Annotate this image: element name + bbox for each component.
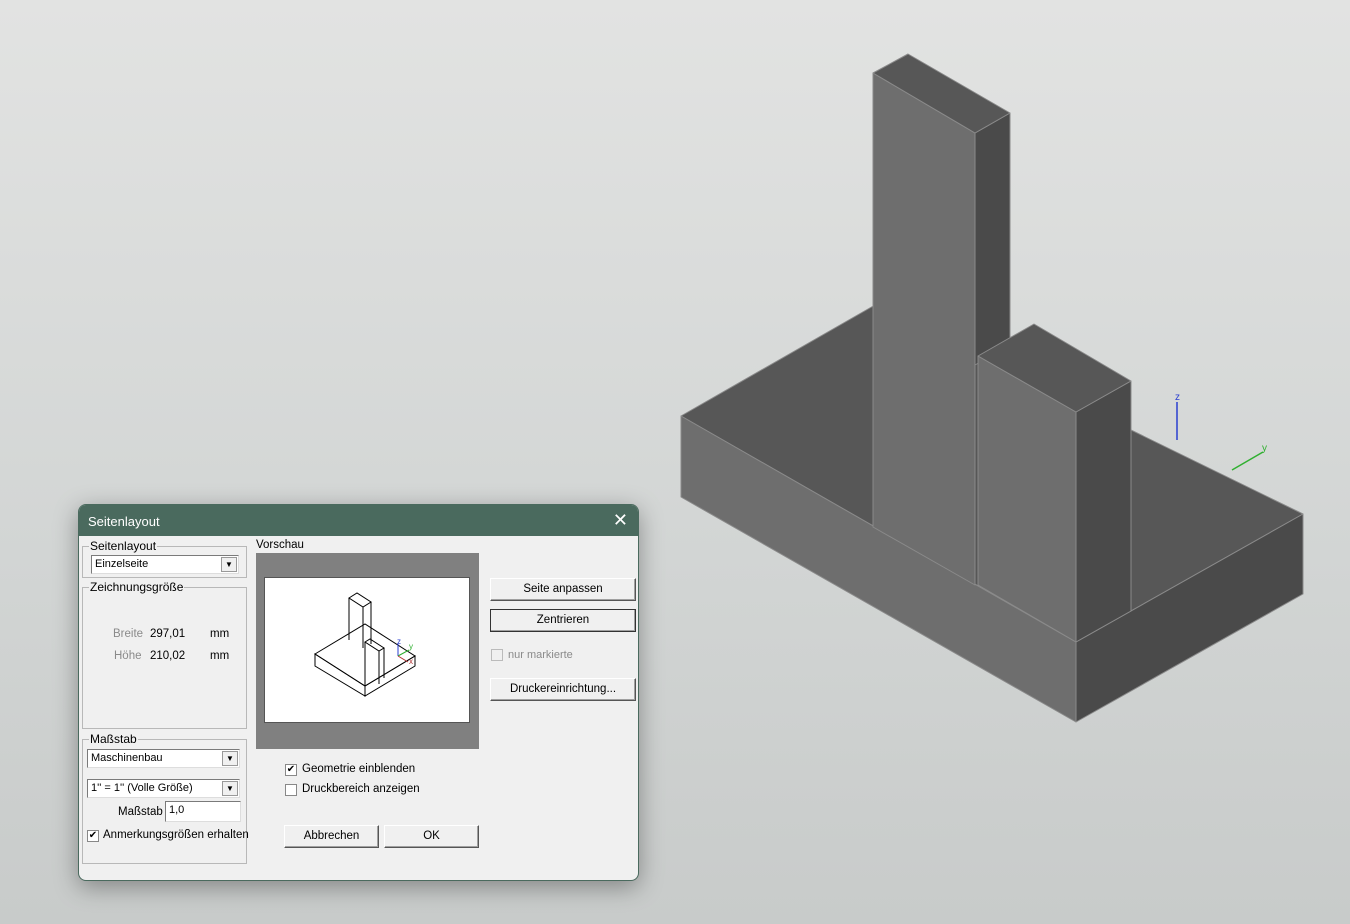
only-selected-checkbox[interactable]	[491, 649, 503, 661]
preview-label: Vorschau	[256, 539, 304, 551]
scale-standard-value: Maschinenbau	[91, 752, 163, 764]
scale-input-value: 1,0	[169, 804, 185, 816]
height-unit: mm	[210, 650, 230, 662]
width-value: 297,01	[150, 628, 186, 640]
show-print-area-checkbox[interactable]	[285, 784, 297, 796]
dialog-titlebar[interactable]: Seitenlayout ✕	[79, 505, 638, 536]
scale-ratio-select[interactable]: 1'' = 1'' (Volle Größe) ▼	[87, 779, 240, 798]
layout-group-label: Seitenlayout	[89, 539, 158, 553]
scale-input[interactable]: 1,0	[165, 801, 241, 822]
keep-annotation-label: Anmerkungsgrößen erhalten	[103, 829, 249, 841]
chevron-down-icon[interactable]: ▼	[222, 781, 238, 796]
scale-ratio-value: 1'' = 1'' (Volle Größe)	[91, 782, 193, 794]
show-print-area-label: Druckbereich anzeigen	[302, 783, 420, 795]
show-geometry-checkbox[interactable]: ✔	[285, 764, 297, 776]
tall-block-right-face	[974, 112, 1011, 366]
layout-select[interactable]: Einzelseite ▼	[91, 555, 239, 574]
y-axis-label: y	[1262, 443, 1267, 454]
scale-label: Maßstab	[118, 806, 163, 818]
printer-setup-button[interactable]: Druckereinrichtung...	[490, 678, 636, 701]
show-geometry-label: Geometrie einblenden	[302, 763, 416, 775]
preview-x-label: x	[409, 657, 413, 666]
cancel-button[interactable]: Abbrechen	[284, 825, 379, 848]
z-axis-label: z	[1175, 392, 1180, 403]
preview-y-label: y	[409, 642, 413, 651]
keep-annotation-checkbox[interactable]: ✔	[87, 830, 99, 842]
center-button[interactable]: Zentrieren	[490, 609, 636, 632]
width-unit: mm	[210, 628, 230, 640]
width-label: Breite	[113, 628, 144, 640]
chevron-down-icon[interactable]: ▼	[222, 751, 238, 766]
only-selected-label: nur markierte	[508, 649, 573, 661]
close-icon[interactable]: ✕	[613, 510, 628, 531]
fit-page-button[interactable]: Seite anpassen	[490, 578, 636, 601]
preview-z-label: z	[397, 637, 401, 646]
height-label: Höhe	[114, 650, 142, 662]
y-axis-line	[1231, 451, 1264, 471]
preview-page: z y x	[264, 577, 470, 723]
scale-standard-select[interactable]: Maschinenbau ▼	[87, 749, 240, 768]
chevron-down-icon[interactable]: ▼	[221, 557, 237, 572]
layout-select-value: Einzelseite	[95, 558, 149, 570]
scale-group-label: Maßstab	[89, 732, 138, 746]
tall-block-left-face	[872, 72, 976, 586]
page-layout-dialog: Seitenlayout ✕ Seitenlayout Einzelseite …	[78, 504, 639, 881]
ok-button[interactable]: OK	[384, 825, 479, 848]
preview-panel: z y x	[256, 553, 479, 749]
preview-wireframe: z y x	[314, 592, 416, 697]
short-block-right-face	[1075, 380, 1132, 643]
height-value: 210,02	[150, 650, 186, 662]
size-group-label: Zeichnungsgröße	[89, 580, 185, 594]
dialog-title: Seitenlayout	[88, 514, 160, 529]
